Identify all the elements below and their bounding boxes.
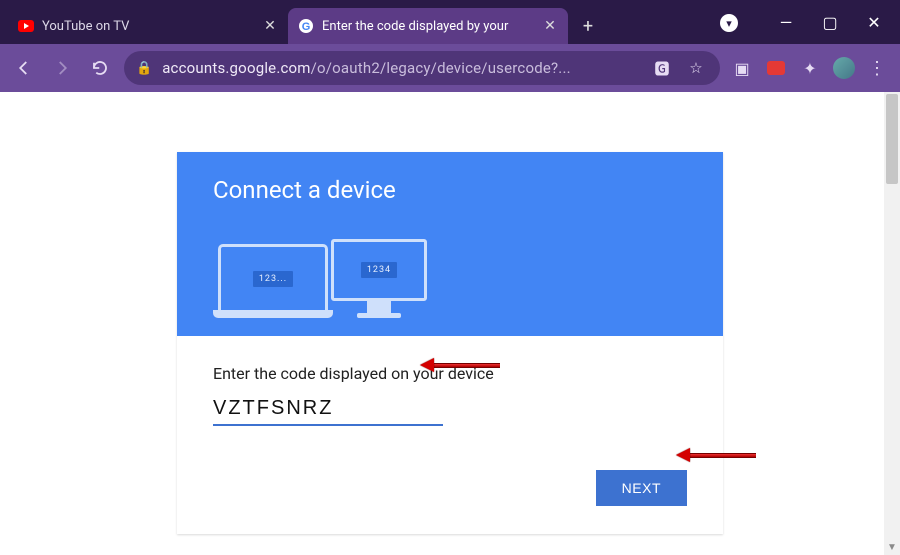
laptop-code-chip: 123... bbox=[253, 271, 293, 287]
new-tab-button[interactable]: + bbox=[574, 12, 602, 40]
tab-device-code[interactable]: G Enter the code displayed by your ✕ bbox=[288, 8, 568, 44]
device-code-input[interactable] bbox=[213, 395, 443, 426]
side-panel-icon[interactable]: ▣ bbox=[730, 56, 754, 80]
scrollbar[interactable]: ▲ ▼ bbox=[884, 92, 900, 555]
monitor-icon: 1234 bbox=[331, 239, 427, 318]
tab-youtube-tv[interactable]: YouTube on TV ✕ bbox=[8, 8, 288, 44]
bookmark-star-icon[interactable]: ☆ bbox=[684, 56, 708, 80]
card-body: Enter the code displayed on your device … bbox=[177, 336, 723, 534]
next-button[interactable]: NEXT bbox=[596, 470, 687, 506]
extension-icon[interactable] bbox=[764, 56, 788, 80]
scroll-down-icon[interactable]: ▼ bbox=[884, 539, 900, 555]
profile-avatar[interactable] bbox=[832, 56, 856, 80]
tab-title: Enter the code displayed by your bbox=[322, 19, 534, 34]
kebab-menu-icon[interactable]: ⋮ bbox=[866, 56, 890, 80]
device-connect-card: Connect a device 123... 1234 Enter the c… bbox=[177, 152, 723, 534]
window-minimize-button[interactable]: — bbox=[778, 14, 794, 30]
tab-search-icon[interactable]: ▾ bbox=[720, 14, 738, 32]
card-hero: Connect a device 123... 1234 bbox=[177, 152, 723, 336]
page-title: Connect a device bbox=[213, 176, 687, 204]
laptop-icon: 123... bbox=[213, 244, 333, 318]
translate-icon[interactable]: 🅶 bbox=[650, 56, 674, 80]
code-field-label: Enter the code displayed on your device bbox=[213, 364, 687, 383]
tab-title: YouTube on TV bbox=[42, 19, 254, 34]
devices-illustration: 123... 1234 bbox=[213, 222, 423, 322]
browser-toolbar: 🔒 accounts.google.com/o/oauth2/legacy/de… bbox=[0, 44, 900, 92]
close-icon[interactable]: ✕ bbox=[262, 18, 278, 34]
svg-text:G: G bbox=[302, 21, 311, 33]
window-close-button[interactable]: ✕ bbox=[866, 14, 882, 30]
google-icon: G bbox=[298, 18, 314, 34]
url-text: accounts.google.com/o/oauth2/legacy/devi… bbox=[162, 59, 640, 77]
address-bar[interactable]: 🔒 accounts.google.com/o/oauth2/legacy/de… bbox=[124, 51, 720, 85]
browser-titlebar: YouTube on TV ✕ G Enter the code display… bbox=[0, 0, 900, 44]
page-viewport: ▲ ▼ Connect a device 123... 1234 Enter t… bbox=[0, 92, 900, 555]
close-icon[interactable]: ✕ bbox=[542, 18, 558, 34]
url-host: accounts.google.com bbox=[162, 59, 310, 77]
window-maximize-button[interactable]: ▢ bbox=[822, 14, 838, 30]
plus-icon: + bbox=[583, 16, 593, 37]
window-controls: ▾ — ▢ ✕ bbox=[778, 0, 900, 44]
forward-button[interactable] bbox=[48, 54, 76, 82]
lock-icon[interactable]: 🔒 bbox=[136, 61, 152, 76]
extensions-puzzle-icon[interactable]: ✦ bbox=[798, 56, 822, 80]
monitor-code-chip: 1234 bbox=[361, 262, 397, 278]
scrollbar-thumb[interactable] bbox=[886, 94, 898, 184]
youtube-icon bbox=[18, 18, 34, 34]
reload-button[interactable] bbox=[86, 54, 114, 82]
back-button[interactable] bbox=[10, 54, 38, 82]
url-path: /o/oauth2/legacy/device/usercode?... bbox=[311, 59, 571, 77]
